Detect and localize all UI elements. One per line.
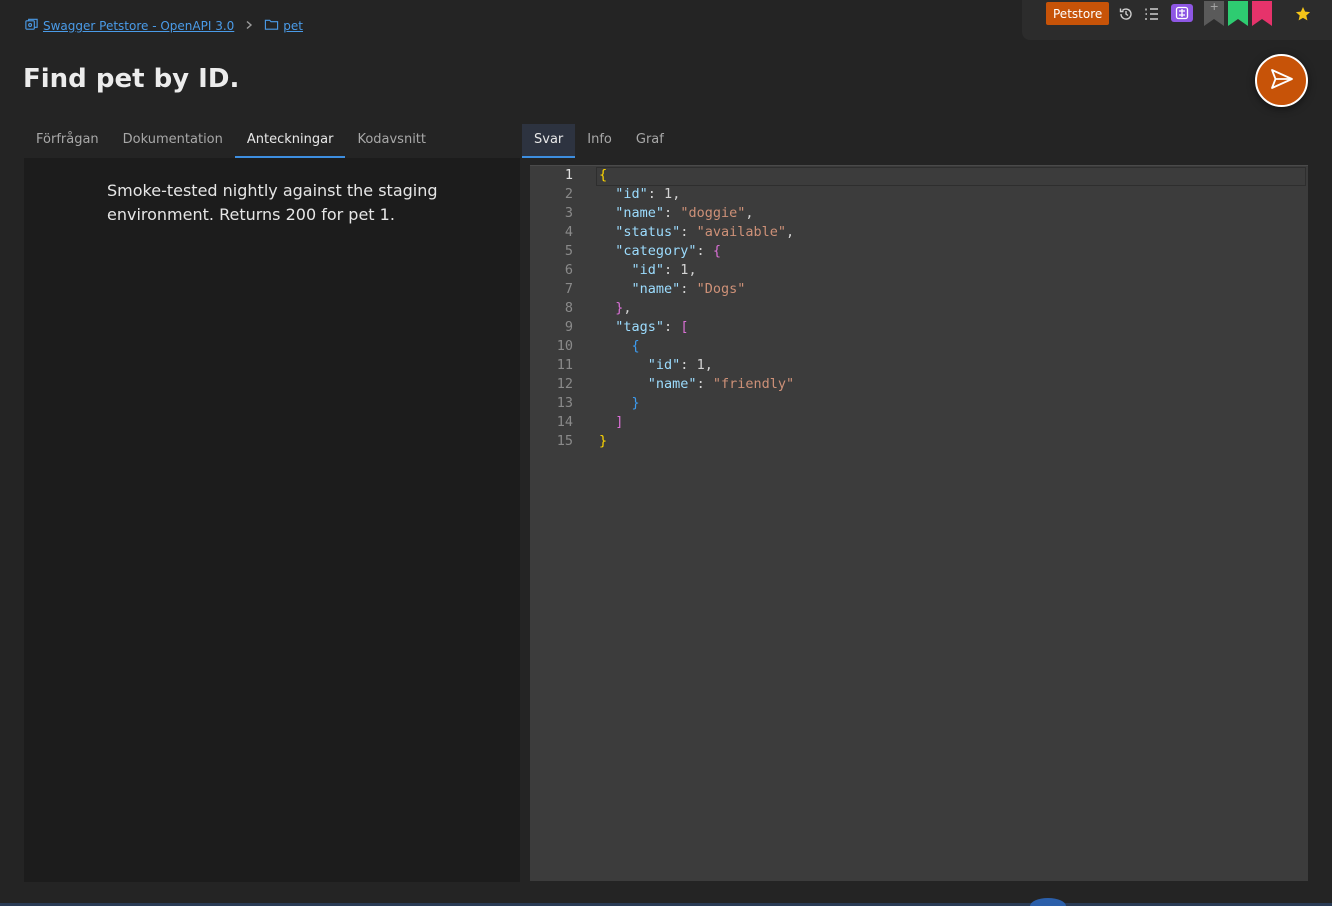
line-number: 14 (556, 414, 573, 430)
code-line: 13 } (530, 394, 1308, 413)
list-icon[interactable] (1143, 5, 1161, 23)
json-key: "status" (615, 224, 681, 240)
json-value: available (704, 224, 778, 240)
top-toolbar: Petstore + (1022, 0, 1332, 40)
tab-request[interactable]: Förfrågan (24, 124, 111, 158)
code-line: 3 "name": "doggie", (530, 204, 1308, 223)
json-key: "name" (615, 205, 665, 221)
tab-info[interactable]: Info (575, 124, 624, 158)
right-tab-bar: Svar Info Graf (522, 124, 676, 158)
breadcrumb-folder-label: pet (283, 19, 304, 33)
chevron-right-icon (244, 19, 254, 34)
line-number: 5 (564, 243, 573, 259)
response-viewer[interactable]: 1 { 2 "id": 1, 3 "name": "doggie", 4 "st… (530, 165, 1308, 881)
line-number: 9 (564, 319, 573, 335)
extension-icon[interactable] (1171, 4, 1194, 22)
line-number: 8 (564, 300, 573, 316)
json-key: "id" (631, 262, 665, 278)
bookmark-gray-icon[interactable]: + (1203, 0, 1225, 27)
breadcrumb: Swagger Petstore - OpenAPI 3.0 pet (24, 17, 303, 35)
json-key: "name" (631, 281, 681, 297)
breadcrumb-collection[interactable]: Swagger Petstore - OpenAPI 3.0 (24, 17, 234, 35)
line-number: 6 (564, 262, 573, 278)
status-indicator (1030, 898, 1066, 906)
json-key: "category" (615, 243, 697, 259)
line-number: 15 (556, 433, 573, 449)
code-line: 4 "status": "available", (530, 223, 1308, 242)
code-line: 15 } (530, 432, 1308, 451)
bookmark-green-icon[interactable] (1227, 1, 1249, 27)
code-line: 7 "name": "Dogs" (530, 280, 1308, 299)
folder-icon (264, 17, 279, 35)
json-value: 1 (696, 357, 705, 373)
code-line: 5 "category": { (530, 242, 1308, 261)
line-number: 11 (556, 357, 573, 373)
environment-selector[interactable]: Petstore (1046, 2, 1110, 25)
breadcrumb-folder[interactable]: pet (264, 17, 303, 35)
app-window: Swagger Petstore - OpenAPI 3.0 pet Petst… (0, 0, 1332, 906)
tab-documentation[interactable]: Dokumentation (111, 124, 235, 158)
line-number: 4 (564, 224, 573, 240)
json-key: "id" (647, 357, 681, 373)
json-key: "tags" (615, 319, 665, 335)
json-value: friendly (720, 376, 786, 392)
code-line: 2 "id": 1, (530, 185, 1308, 204)
notes-panel: Smoke-tested nightly against the staging… (24, 158, 520, 882)
page-title: Find pet by ID. (23, 64, 240, 94)
notes-text[interactable]: Smoke-tested nightly against the staging… (107, 179, 467, 227)
code-line: 14 ] (530, 413, 1308, 432)
tab-notes[interactable]: Anteckningar (234, 124, 346, 158)
breadcrumb-collection-label: Swagger Petstore - OpenAPI 3.0 (43, 19, 235, 33)
line-number: 7 (564, 281, 573, 297)
line-number: 13 (556, 395, 573, 411)
tab-snippets[interactable]: Kodavsnitt (345, 124, 438, 158)
code-line: 1 { (530, 166, 1308, 185)
bookmark-pink-icon[interactable] (1251, 1, 1273, 27)
line-number: 10 (556, 338, 573, 354)
tab-graph[interactable]: Graf (624, 124, 676, 158)
tab-response[interactable]: Svar (522, 124, 576, 158)
code-line: 12 "name": "friendly" (530, 375, 1308, 394)
json-key: "name" (647, 376, 697, 392)
code-line: 6 "id": 1, (530, 261, 1308, 280)
send-request-button[interactable] (1255, 54, 1308, 107)
line-number: 2 (564, 186, 573, 202)
star-icon[interactable] (1295, 6, 1311, 26)
left-tab-bar: Förfrågan Dokumentation Anteckningar Kod… (24, 124, 438, 158)
line-number: 1 (564, 167, 573, 183)
code-line: 8 }, (530, 299, 1308, 318)
json-value: Dogs (704, 281, 738, 297)
response-code: 1 { 2 "id": 1, 3 "name": "doggie", 4 "st… (530, 166, 1308, 451)
send-icon (1269, 66, 1295, 96)
code-line: 11 "id": 1, (530, 356, 1308, 375)
code-line: 10 { (530, 337, 1308, 356)
history-icon[interactable] (1117, 5, 1135, 23)
line-number: 12 (556, 376, 573, 392)
code-line: 9 "tags": [ (530, 318, 1308, 337)
json-key: "id" (615, 186, 648, 202)
collection-icon (24, 17, 39, 35)
bookmark-group: + (1203, 0, 1273, 27)
line-number: 3 (564, 205, 573, 221)
json-value: 1 (664, 186, 673, 202)
json-value: doggie (688, 205, 738, 221)
bookmark-plus: + (1209, 0, 1219, 13)
